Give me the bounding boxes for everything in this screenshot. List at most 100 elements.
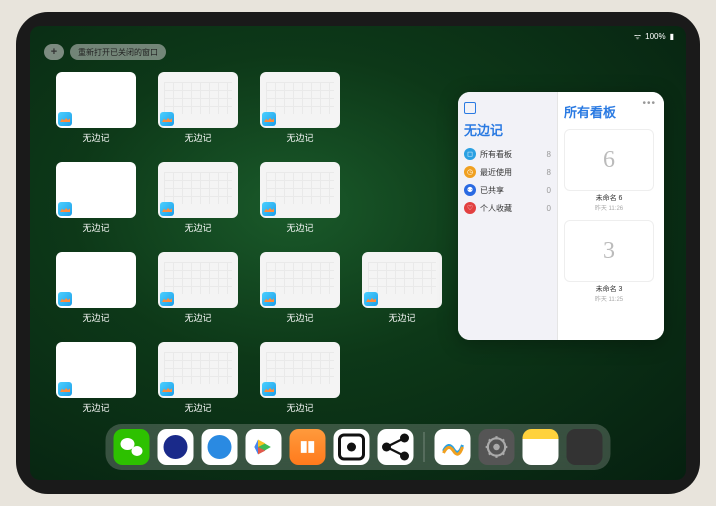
freeform-icon [160, 112, 174, 126]
screen: ᯤ 100% ▮ + 重新打开已关闭的窗口 无边记无边记无边记无边记无边记无边记… [30, 26, 686, 480]
status-bar: ᯤ 100% ▮ [42, 29, 674, 43]
app-thumbnail-preview [260, 72, 340, 128]
app-thumbnail-label: 无边记 [82, 131, 109, 144]
app-thumbnail-label: 无边记 [286, 131, 313, 144]
dock-app-launchpad[interactable] [567, 429, 603, 465]
app-thumbnail-preview [362, 252, 442, 308]
app-thumbnail-preview [260, 162, 340, 218]
app-thumbnail-label: 无边记 [82, 401, 109, 414]
app-thumbnail-label: 无边记 [286, 311, 313, 324]
app-thumbnail-label: 无边记 [286, 401, 313, 414]
category-icon: ◻ [464, 148, 476, 160]
app-thumbnail-preview [158, 72, 238, 128]
app-thumbnail-label: 无边记 [184, 131, 211, 144]
app-thumbnail[interactable]: 无边记 [260, 252, 340, 324]
app-thumbnail[interactable]: 无边记 [260, 342, 340, 414]
reopen-closed-window-button[interactable]: 重新打开已关闭的窗口 [70, 44, 166, 60]
freeform-icon [58, 202, 72, 216]
top-bar: + 重新打开已关闭的窗口 [44, 44, 166, 60]
app-thumbnail-label: 无边记 [82, 311, 109, 324]
app-thumbnail-label: 无边记 [184, 311, 211, 324]
category-label: 最近使用 [480, 167, 512, 178]
category-count: 0 [547, 204, 551, 213]
app-thumbnail[interactable]: 无边记 [56, 342, 136, 414]
app-thumbnail-preview [158, 252, 238, 308]
board-name: 未命名 3 [564, 284, 654, 294]
freeform-icon [262, 112, 276, 126]
app-thumbnail[interactable]: 无边记 [362, 252, 442, 324]
app-thumbnail[interactable]: 无边记 [56, 162, 136, 234]
board-preview: 3 [564, 220, 654, 282]
category-label: 所有看板 [480, 149, 512, 160]
sidebar-category[interactable]: ◷ 最近使用 8 [464, 163, 551, 181]
app-thumbnail-label: 无边记 [286, 221, 313, 234]
category-icon: ◷ [464, 166, 476, 178]
board-timestamp: 昨天 11:26 [564, 203, 654, 212]
app-switcher-grid: 无边记无边记无边记无边记无边记无边记无边记无边记无边记无边记无边记无边记无边记 [56, 72, 436, 414]
freeform-icon [160, 292, 174, 306]
board-card[interactable]: 3 未命名 3昨天 11:25 [564, 220, 654, 303]
sidebar-category[interactable]: ◻ 所有看板 8 [464, 145, 551, 163]
category-count: 8 [547, 150, 551, 159]
dock-app-notes[interactable] [523, 429, 559, 465]
dock-app-node[interactable] [378, 429, 414, 465]
battery-text: 100% [645, 32, 665, 41]
board-preview: 6 [564, 129, 654, 191]
freeform-icon [58, 382, 72, 396]
dock-app-dice[interactable] [334, 429, 370, 465]
panel-main: ••• 所有看板 6未命名 6昨天 11:263未命名 3昨天 11:25 [558, 92, 664, 340]
app-thumbnail[interactable]: 无边记 [158, 162, 238, 234]
board-card[interactable]: 6 未命名 6昨天 11:26 [564, 129, 654, 212]
app-thumbnail-preview [56, 252, 136, 308]
app-thumbnail-label: 无边记 [82, 221, 109, 234]
app-thumbnail[interactable]: 无边记 [56, 72, 136, 144]
dock [106, 424, 611, 470]
app-thumbnail-preview [260, 252, 340, 308]
ipad-frame: ᯤ 100% ▮ + 重新打开已关闭的窗口 无边记无边记无边记无边记无边记无边记… [16, 12, 700, 494]
new-window-button[interactable]: + [44, 44, 64, 60]
app-thumbnail-label: 无边记 [388, 311, 415, 324]
board-name: 未命名 6 [564, 193, 654, 203]
app-thumbnail[interactable]: 无边记 [260, 72, 340, 144]
app-thumbnail[interactable]: 无边记 [158, 342, 238, 414]
category-label: 已共享 [480, 185, 504, 196]
sidebar-category[interactable]: ⚉ 已共享 0 [464, 181, 551, 199]
freeform-icon [58, 292, 72, 306]
sidebar-category[interactable]: ♡个人收藏0 [464, 199, 551, 217]
app-thumbnail-label: 无边记 [184, 401, 211, 414]
category-label: 个人收藏 [480, 203, 512, 214]
category-count: 8 [547, 168, 551, 177]
app-thumbnail[interactable]: 无边记 [56, 252, 136, 324]
freeform-icon [160, 382, 174, 396]
dock-app-settings[interactable] [479, 429, 515, 465]
dock-separator [424, 432, 425, 462]
dock-app-books[interactable] [290, 429, 326, 465]
freeform-icon [262, 202, 276, 216]
panel-sidebar-title: 无边记 [464, 120, 551, 139]
freeform-icon [58, 112, 72, 126]
freeform-icon [160, 202, 174, 216]
app-thumbnail[interactable]: 无边记 [260, 162, 340, 234]
dock-app-browser-1[interactable] [158, 429, 194, 465]
board-timestamp: 昨天 11:25 [564, 294, 654, 303]
app-thumbnail-label: 无边记 [184, 221, 211, 234]
app-thumbnail-preview [158, 162, 238, 218]
dock-app-wechat[interactable] [114, 429, 150, 465]
category-icon: ⚉ [464, 184, 476, 196]
app-thumbnail-preview [158, 342, 238, 398]
app-thumbnail-preview [56, 342, 136, 398]
dock-app-freeform[interactable] [435, 429, 471, 465]
app-thumbnail-preview [56, 162, 136, 218]
dock-app-browser-2[interactable] [202, 429, 238, 465]
dock-app-play[interactable] [246, 429, 282, 465]
wifi-icon: ᯤ [634, 31, 641, 42]
category-count: 0 [547, 186, 551, 195]
app-thumbnail[interactable]: 无边记 [158, 72, 238, 144]
freeform-icon [262, 292, 276, 306]
panel-app-icon [464, 102, 476, 114]
freeform-icon [262, 382, 276, 396]
app-thumbnail[interactable]: 无边记 [158, 252, 238, 324]
app-thumbnail-preview [56, 72, 136, 128]
freeform-panel: 无边记 ◻所有看板8◷最近使用8⚉已共享0♡个人收藏0 ••• 所有看板 6未命… [458, 92, 664, 340]
more-icon[interactable]: ••• [642, 98, 656, 109]
